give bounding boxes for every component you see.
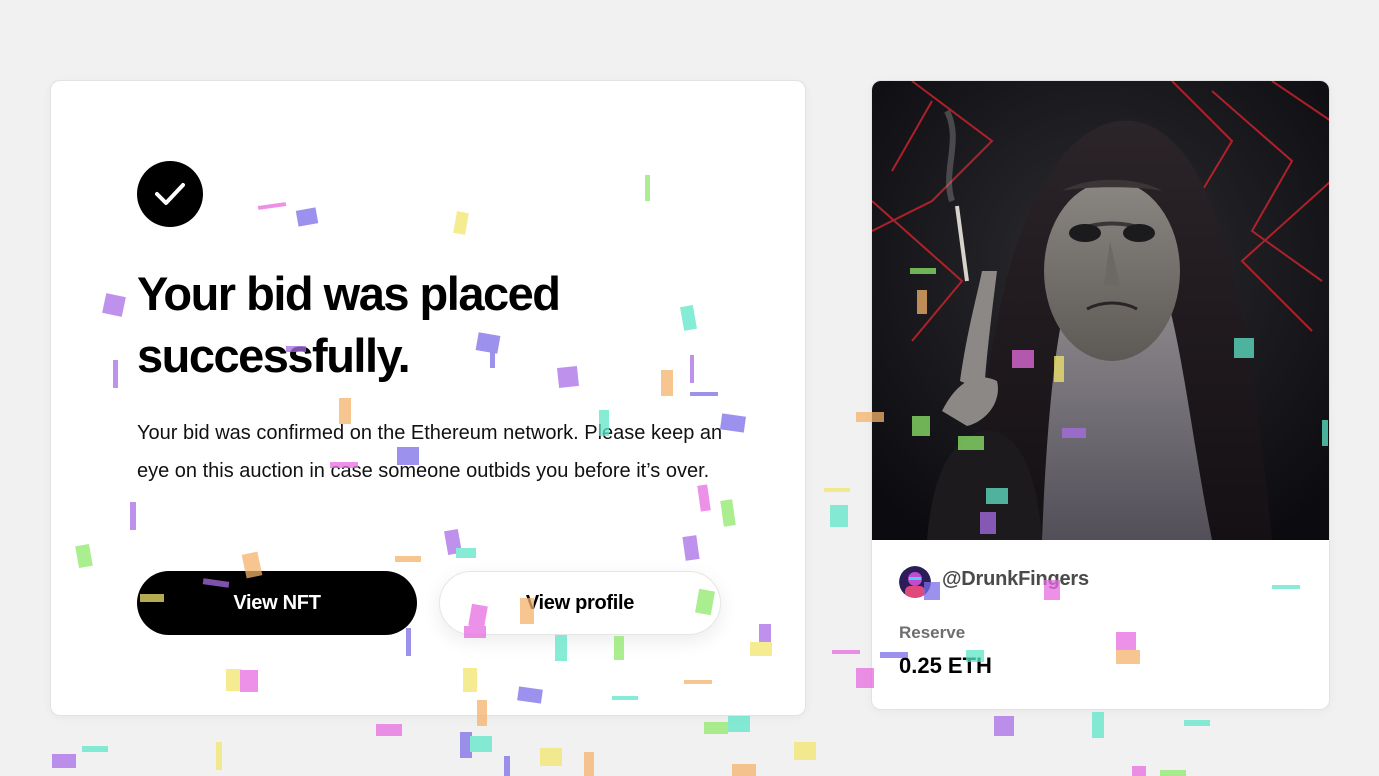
bid-confirmation-card: Your bid was placed successfully. Your b… — [50, 80, 806, 716]
view-nft-button[interactable]: View NFT — [137, 571, 417, 635]
check-icon — [137, 161, 203, 227]
reserve-price: 0.25 ETH — [899, 653, 992, 678]
confirmation-title: Your bid was placed successfully. — [137, 267, 561, 382]
creator-avatar[interactable] — [899, 566, 931, 598]
confirmation-message: Your bid was confirmed on the Ethereum n… — [137, 422, 723, 482]
nft-artwork-image[interactable] — [872, 81, 1330, 540]
reserve-label: Reserve — [899, 623, 966, 642]
view-profile-button[interactable]: View profile — [439, 571, 721, 635]
nft-preview-card[interactable]: @DrunkFingers Reserve 0.25 ETH — [871, 80, 1330, 710]
creator-handle[interactable]: @DrunkFingers — [942, 568, 1089, 591]
